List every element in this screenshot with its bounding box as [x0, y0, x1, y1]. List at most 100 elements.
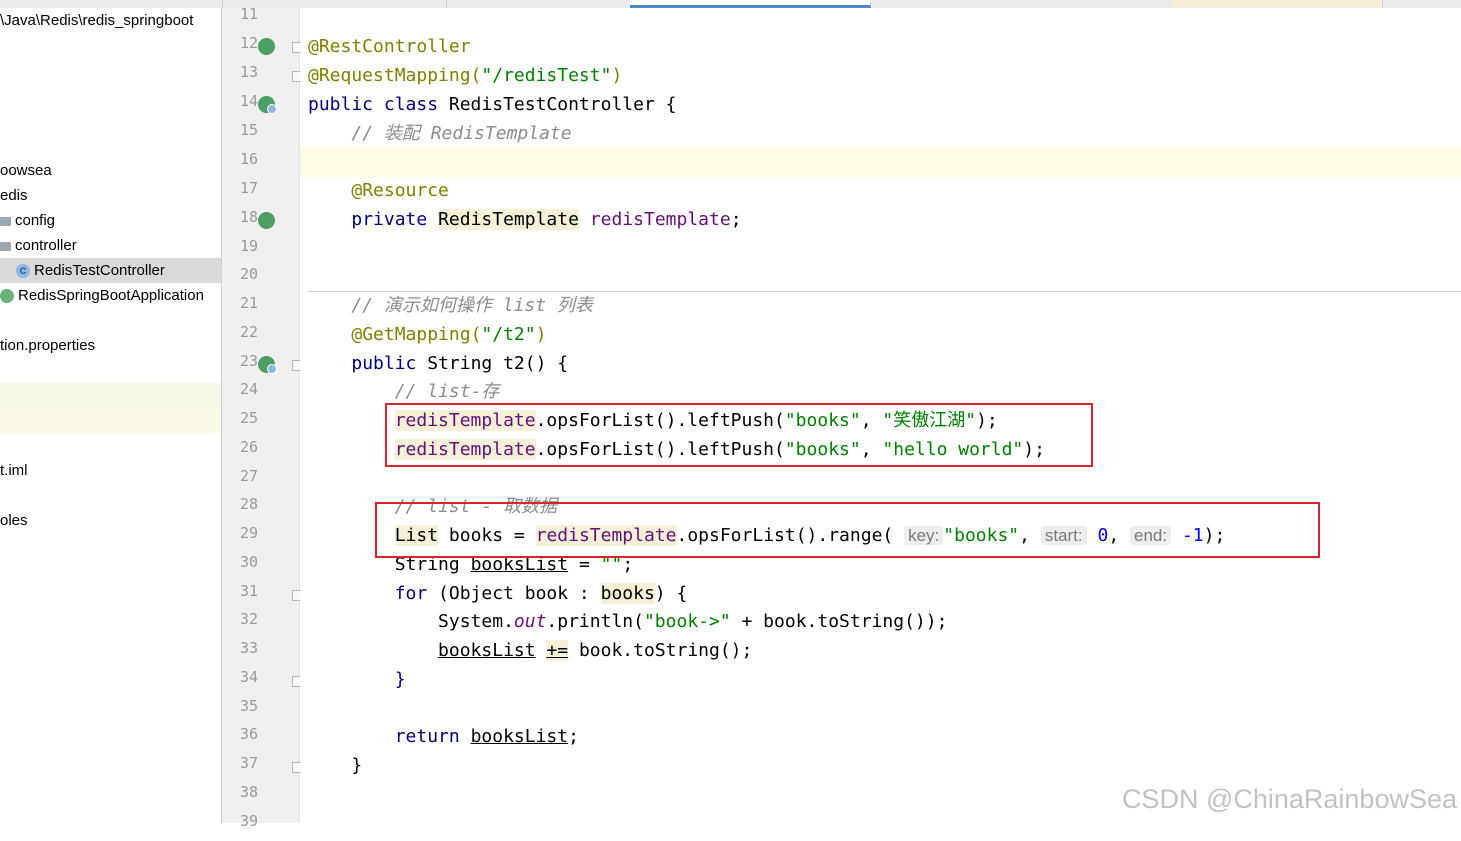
tree-item-label: tion.properties — [0, 337, 96, 354]
line-number: 12 — [239, 34, 258, 52]
line-number: 23 — [239, 352, 258, 370]
project-tree: \Java\Redis\redis_springboot oowsea edis… — [0, 8, 222, 823]
project-path[interactable]: \Java\Redis\redis_springboot — [0, 8, 221, 33]
line-number: 17 — [239, 179, 258, 197]
code-line-18: private RedisTemplate redisTemplate; — [308, 205, 742, 234]
comment: // 演示如何操作 list 列表 — [351, 295, 593, 316]
code-text: } — [394, 669, 406, 690]
line-number: 27 — [239, 467, 258, 485]
code-text: .println( — [546, 611, 644, 632]
code-line-36: return booksList; — [308, 722, 579, 751]
code-line-22: @GetMapping("/t2") — [308, 320, 546, 349]
folder-icon — [0, 241, 11, 251]
tree-item-package[interactable]: oowsea — [0, 158, 221, 183]
code-line-23: public String t2() { — [308, 349, 568, 378]
autowired-icon[interactable] — [258, 212, 275, 229]
code-text: System. — [438, 611, 514, 632]
tree-item-label: controller — [15, 237, 77, 254]
code-line-15: // 装配 RedisTemplate — [308, 119, 572, 148]
line-number: 20 — [239, 265, 258, 283]
tree-row-empty — [0, 383, 221, 408]
editor-tab[interactable] — [0, 0, 223, 7]
code-text: ; — [730, 209, 742, 230]
web-endpoint-icon[interactable] — [258, 356, 277, 374]
line-number: 26 — [239, 438, 258, 456]
code-editor[interactable]: @RestController @RequestMapping("/redisT… — [300, 8, 1461, 823]
keyword: public — [351, 353, 417, 374]
tree-item-label: edis — [0, 187, 28, 204]
editor-gutter: 11 12 13 14 15 16 17 18 19 20 21 22 23 2… — [222, 5, 303, 830]
line-number: 15 — [239, 121, 258, 139]
tree-item-label: oowsea — [0, 162, 52, 179]
editor-tab[interactable] — [446, 0, 631, 7]
tree-item-libraries[interactable]: oles — [0, 508, 221, 533]
operator: += — [546, 640, 569, 661]
string-literal: "book->" — [643, 611, 731, 632]
code-line-33: booksList += book.toString(); — [308, 636, 752, 665]
spring-bean-icon[interactable] — [258, 38, 275, 55]
tree-item-label: t.iml — [0, 462, 28, 479]
code-line-37: } — [308, 751, 362, 780]
variable-name: booksList — [470, 726, 569, 747]
line-number: 33 — [239, 639, 258, 657]
code-line-17: @Resource — [308, 176, 449, 205]
editor-tab[interactable] — [1172, 0, 1383, 7]
tree-row-empty — [0, 408, 221, 433]
line-number: 35 — [239, 697, 258, 715]
line-number: 32 — [239, 610, 258, 628]
code-line-14: public class RedisTestController { — [308, 90, 676, 119]
annotation: @RestController — [308, 36, 471, 57]
code-line-31: for (Object book : books) { — [308, 579, 687, 608]
highlight-box-leftpush — [385, 403, 1093, 467]
keyword: public class — [308, 94, 439, 115]
editor-tab-active[interactable] — [630, 0, 871, 8]
code-text: ) { — [654, 583, 688, 604]
tree-item-iml[interactable]: t.iml — [0, 458, 221, 483]
keyword: for — [394, 583, 428, 604]
tree-item-redis-test-controller[interactable]: C RedisTestController — [0, 258, 221, 283]
editor-tab[interactable] — [870, 0, 1173, 7]
code-text: String t2() { — [416, 353, 569, 374]
line-number: 36 — [239, 725, 258, 743]
keyword: private — [351, 209, 428, 230]
spring-bean-icon[interactable] — [258, 96, 277, 114]
tree-item-package[interactable]: edis — [0, 183, 221, 208]
line-number: 28 — [239, 495, 258, 513]
line-number: 30 — [239, 553, 258, 571]
code-line-13: @RequestMapping("/redisTest") — [308, 61, 622, 90]
folder-icon — [0, 216, 11, 226]
code-text: book.toString(); — [568, 640, 753, 661]
line-number: 29 — [239, 524, 258, 542]
tree-item-properties[interactable]: tion.properties — [0, 333, 221, 358]
tree-item-config[interactable]: config — [0, 208, 221, 233]
code-line-21: // 演示如何操作 list 列表 — [308, 291, 593, 320]
line-number: 37 — [239, 754, 258, 772]
keyword: return — [394, 726, 460, 747]
tree-item-application[interactable]: RedisSpringBootApplication — [0, 283, 221, 308]
line-number: 13 — [239, 63, 258, 81]
code-text: RedisTestController { — [438, 94, 677, 115]
annotation: ) — [535, 324, 547, 345]
comment: // 装配 RedisTemplate — [351, 123, 572, 144]
current-line-highlight — [300, 148, 1461, 177]
code-line-32: System.out.println("book->" + book.toStr… — [308, 607, 947, 636]
annotation: ) — [611, 65, 623, 86]
annotation: @GetMapping( — [351, 324, 482, 345]
line-number: 21 — [239, 294, 258, 312]
comment: // list-存 — [394, 381, 500, 402]
annotation: @RequestMapping( — [308, 65, 482, 86]
line-number: 38 — [239, 783, 258, 801]
string-literal: "/t2" — [481, 324, 536, 345]
static-field: out — [513, 611, 547, 632]
tree-item-label: RedisTestController — [34, 262, 165, 279]
code-line-34: } — [308, 665, 406, 694]
tree-item-label: oles — [0, 512, 28, 529]
highlight-box-range — [375, 502, 1320, 558]
tree-item-controller[interactable]: controller — [0, 233, 221, 258]
line-number: 16 — [239, 150, 258, 168]
variable-name: booksList — [438, 640, 536, 661]
watermark: CSDN @ChinaRainbowSea — [1121, 784, 1457, 814]
code-text: } — [351, 755, 363, 776]
line-number: 31 — [239, 582, 258, 600]
line-number: 25 — [239, 409, 258, 427]
